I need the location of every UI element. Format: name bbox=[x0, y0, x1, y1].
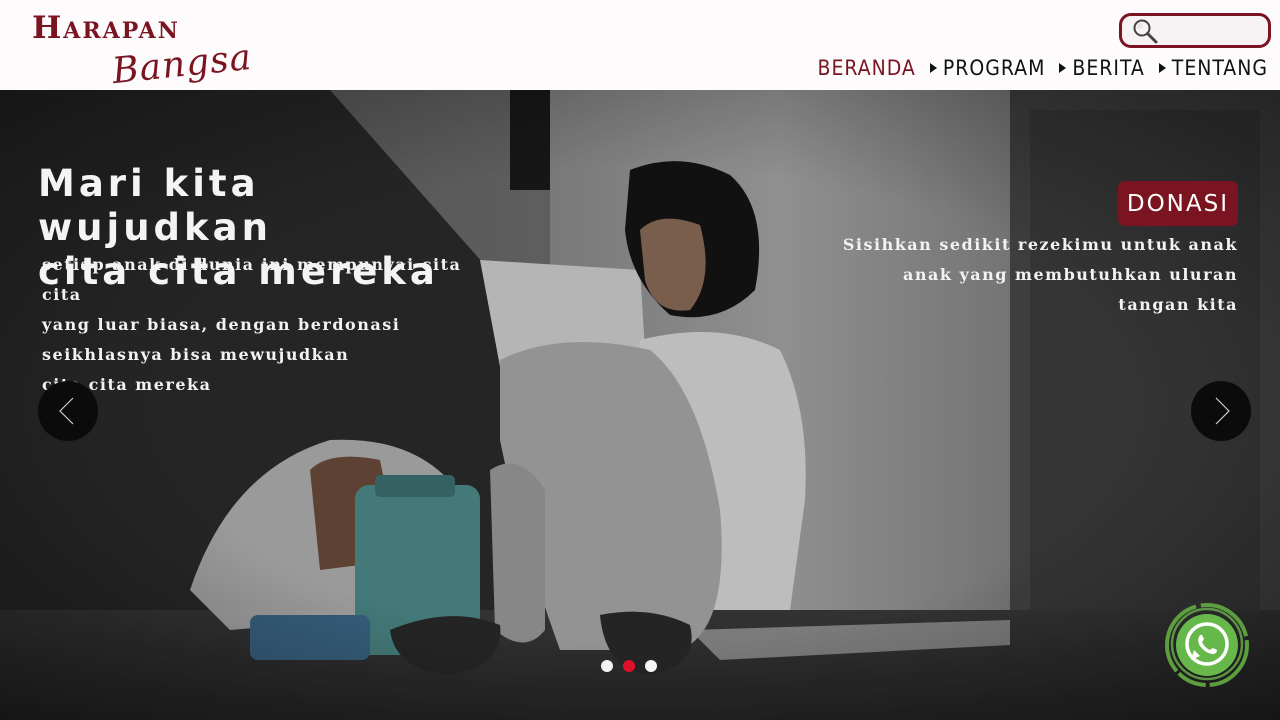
search-box[interactable] bbox=[1119, 13, 1271, 48]
chevron-right-icon bbox=[1215, 397, 1230, 425]
search-input[interactable] bbox=[1162, 18, 1262, 43]
hero-description: setiap anak di dunia ini mempunyai cita … bbox=[42, 255, 462, 394]
nav-item-label: TENTANG bbox=[1171, 56, 1268, 80]
caret-right-icon bbox=[1059, 63, 1067, 73]
caret-right-icon bbox=[1158, 63, 1166, 73]
whatsapp-button[interactable] bbox=[1164, 602, 1250, 688]
nav-item-label: BERITA bbox=[1072, 56, 1145, 80]
nav-item-program[interactable]: PROGRAM bbox=[916, 56, 1046, 80]
nav-item-label: BERANDA bbox=[817, 56, 916, 80]
donate-description: Sisihkan sedikit rezekimu untuk anak ana… bbox=[842, 235, 1238, 314]
nav-item-label: PROGRAM bbox=[942, 56, 1046, 80]
caret-right-icon bbox=[929, 63, 937, 73]
logo-text-top: Harapan bbox=[32, 10, 180, 46]
carousel-dot[interactable] bbox=[601, 660, 613, 672]
carousel-dots bbox=[601, 660, 657, 672]
search-icon[interactable] bbox=[1132, 18, 1158, 44]
previous-slide-button[interactable] bbox=[38, 381, 98, 441]
next-slide-button[interactable] bbox=[1191, 381, 1251, 441]
nav-item-beranda[interactable]: BERANDA bbox=[818, 56, 916, 80]
hero-slider: Mari kita wujudkan cita cita mereka seti… bbox=[0, 90, 1280, 720]
logo[interactable]: Harapan Bangsa bbox=[30, 8, 254, 92]
chevron-left-icon bbox=[59, 397, 74, 425]
site-header: Harapan Bangsa BERANDA PROGRAM BERITA TE… bbox=[0, 0, 1280, 92]
carousel-dot-active[interactable] bbox=[623, 660, 635, 672]
carousel-dot[interactable] bbox=[645, 660, 657, 672]
nav-item-tentang[interactable]: TENTANG bbox=[1145, 56, 1268, 80]
whatsapp-icon bbox=[1165, 603, 1249, 687]
donate-button[interactable]: DONASI bbox=[1117, 181, 1238, 226]
nav-item-berita[interactable]: BERITA bbox=[1045, 56, 1144, 80]
main-nav: BERANDA PROGRAM BERITA TENTANG bbox=[818, 54, 1268, 82]
